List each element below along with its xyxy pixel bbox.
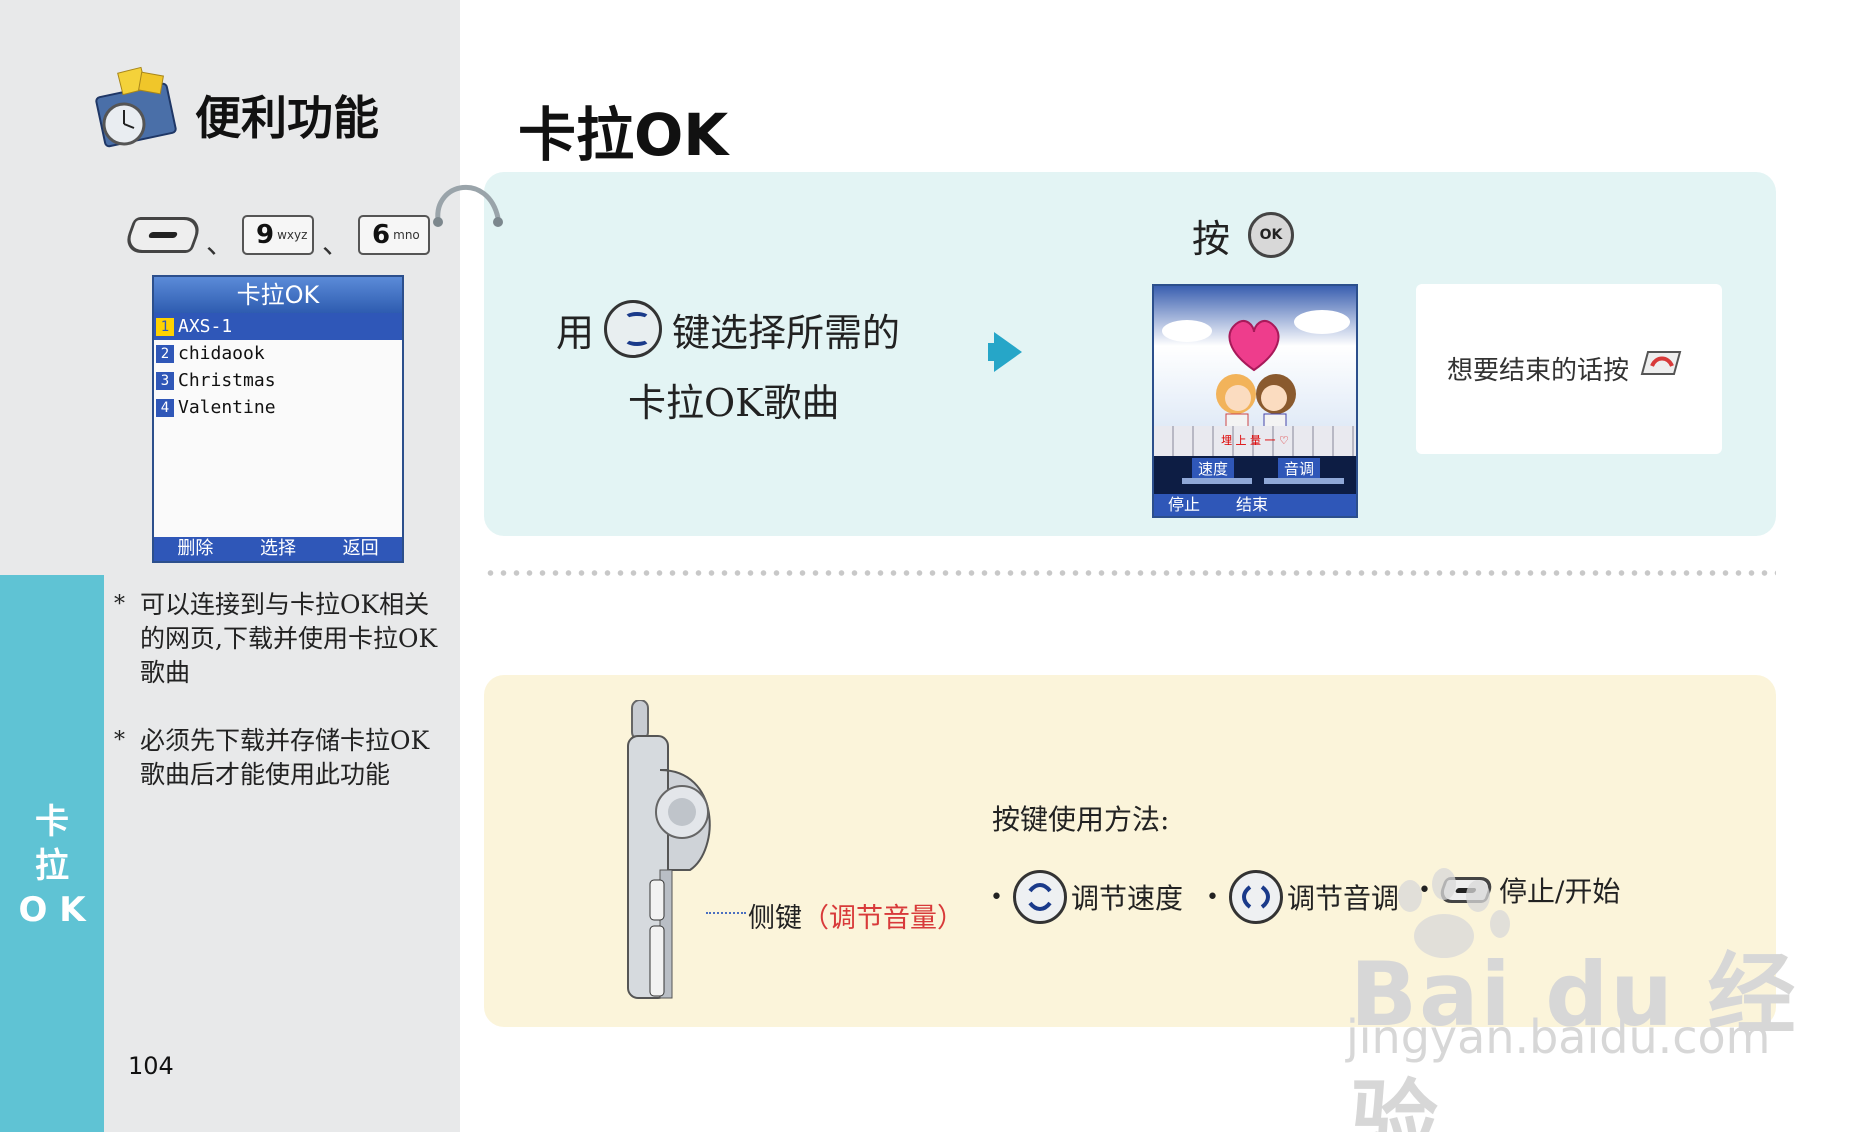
bullet: • [990, 884, 1003, 910]
step-instruction-prefix: 用 [556, 310, 595, 355]
key-6-letters: mno [393, 228, 420, 242]
press-label: 按 [1192, 217, 1231, 261]
end-instruction: 想要结束的话按 [1447, 356, 1630, 386]
key-separator: 、 [206, 227, 235, 260]
phone-menu-softkey-select: 选择 [259, 538, 296, 559]
page-title: 卡拉OK [518, 101, 729, 169]
karaoke-speed-label: 速度 [1192, 458, 1235, 479]
arrow-right-icon [994, 332, 1022, 372]
side-key-label: 侧键（调节音量） [748, 896, 964, 935]
phone-menu-item-label: Christmas [178, 370, 276, 391]
note-marker: * [114, 728, 125, 753]
up-down-nav-icon [1012, 870, 1067, 924]
binder-hook-icon [433, 185, 503, 227]
karaoke-end-label: 结束 [1236, 495, 1269, 514]
step-instruction: 用 键选择所需的 [556, 300, 900, 358]
toolbox-clock-icon [95, 66, 177, 148]
usage-item-label: 调节速度 [1070, 882, 1183, 915]
phone-menu-item-number: 2 [156, 344, 174, 363]
phone-menu-item-number: 1 [156, 317, 174, 336]
note-marker: * [114, 592, 125, 617]
phone-side-view-icon [627, 700, 711, 999]
phone-menu-item-label: chidaook [178, 343, 265, 364]
karaoke-tone-label: 音调 [1278, 458, 1321, 479]
phone-menu-screen: 卡拉OK 1 AXS-1 2 chidaook 3 Christmas 4 Va… [152, 275, 404, 563]
note-text: 必须先下载并存储卡拉OK歌曲后才能使用此功能 [140, 726, 430, 789]
page-number: 104 [128, 1052, 174, 1080]
karaoke-footer: 停止 结束 [1154, 494, 1356, 516]
ok-key-icon: OK [1248, 212, 1294, 258]
up-down-nav-icon [604, 300, 663, 358]
karaoke-screen: 埋 上 量 一 ♡ 速度 音调 停止 结束 [1152, 284, 1358, 518]
note-text: 可以连接到与卡拉OK相关的网页,下载并使用卡拉OK歌曲 [140, 590, 438, 687]
key-9-icon: 9 wxyz [242, 215, 315, 255]
key-separator: 、 [322, 227, 351, 260]
end-call-key-icon [1640, 351, 1682, 375]
phone-menu-header: 卡拉OK [154, 277, 402, 313]
phone-menu-footer: 删除 选择 返回 [154, 537, 402, 561]
note-item: * 可以连接到与卡拉OK相关的网页,下载并使用卡拉OK歌曲 [114, 588, 448, 690]
phone-menu-item-label: AXS-1 [178, 316, 233, 337]
step-instruction-line2: 卡拉OK歌曲 [628, 381, 840, 425]
phone-menu-softkey-back: 返回 [342, 538, 379, 559]
note-item: * 必须先下载并存储卡拉OK歌曲后才能使用此功能 [114, 724, 448, 792]
section-title: 便利功能 [195, 91, 379, 145]
soft-key-icon [121, 217, 205, 253]
cloud-icon [1294, 310, 1350, 334]
dotted-divider [484, 570, 1776, 576]
cloud-icon [1162, 320, 1212, 342]
usage-item: • 调节速度 [990, 870, 1183, 924]
phone-menu-item: 1 AXS-1 [154, 313, 402, 340]
side-key-leader [706, 912, 746, 914]
karaoke-controls: 速度 音调 [1154, 456, 1356, 496]
karaoke-tone-bar [1264, 478, 1344, 484]
watermark-url: jingyan.baidu.com [1346, 1010, 1771, 1064]
ok-key-label: OK [1259, 227, 1283, 243]
phone-menu-item-label: Valentine [178, 397, 276, 418]
key-6-icon: 6 mno [358, 215, 431, 255]
bullet: • [1206, 884, 1219, 910]
step-instruction-suffix: 键选择所需的 [672, 310, 901, 355]
karaoke-speed-bar [1182, 478, 1252, 484]
side-tab-label: 卡 拉 O K [18, 802, 86, 930]
side-key-name: 侧键 [748, 903, 802, 934]
key-9-digit: 9 [256, 220, 275, 250]
key-9-letters: wxyz [277, 228, 308, 242]
key-6-digit: 6 [372, 220, 391, 250]
phone-menu-softkey-delete: 删除 [177, 538, 214, 559]
phone-menu-item: 4 Valentine [154, 394, 402, 421]
phone-menu-item-number: 4 [156, 398, 174, 417]
phone-menu-item: 3 Christmas [154, 367, 402, 394]
key-sequence: 、 9 wxyz 、 6 mno [121, 208, 431, 262]
usage-title: 按键使用方法: [992, 803, 1170, 836]
side-key-note: （调节音量） [802, 903, 964, 934]
left-right-nav-icon [1228, 870, 1283, 924]
karaoke-lyric: 埋 上 量 一 ♡ [1221, 434, 1289, 447]
karaoke-stop-label: 停止 [1168, 495, 1201, 514]
phone-menu-item-number: 3 [156, 371, 174, 390]
phone-menu-item: 2 chidaook [154, 340, 402, 367]
